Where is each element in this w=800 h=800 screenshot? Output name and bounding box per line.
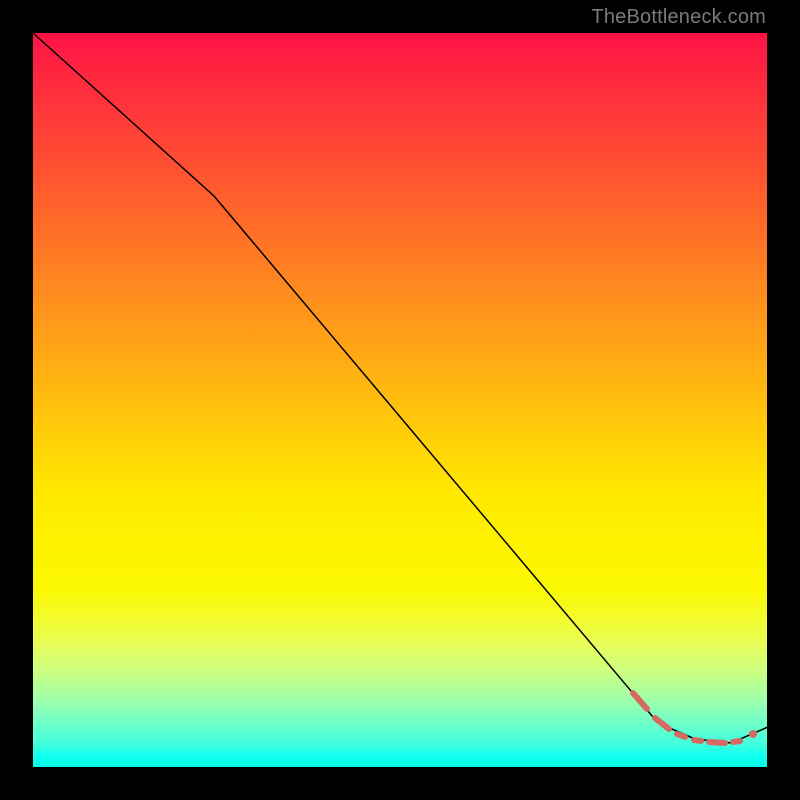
trough-dash	[709, 742, 725, 743]
trough-dash	[677, 734, 685, 737]
trough-dash	[633, 693, 647, 709]
trough-dashes	[633, 693, 740, 743]
trough-dash	[694, 740, 701, 741]
bottleneck-curve	[33, 33, 768, 743]
plot-overlay-svg	[33, 33, 767, 767]
chart-stage: TheBottleneck.com	[0, 0, 800, 800]
minimum-marker	[749, 730, 757, 738]
trough-dash	[733, 741, 740, 742]
trough-dash	[655, 718, 669, 729]
watermark-label: TheBottleneck.com	[591, 6, 766, 29]
